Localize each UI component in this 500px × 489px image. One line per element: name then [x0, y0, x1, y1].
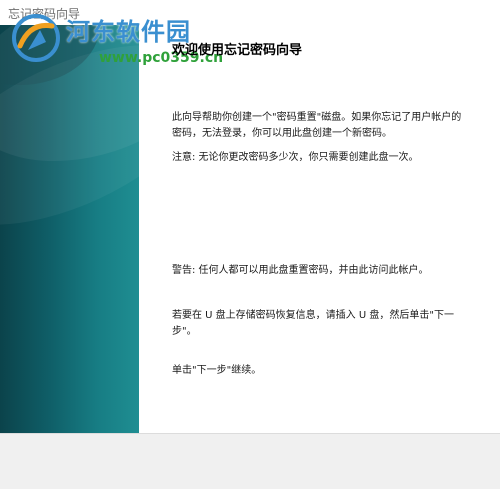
intro-text: 此向导帮助你创建一个"密码重置"磁盘。如果你忘记了用户帐户的密码，无法登录，你可…	[172, 112, 462, 139]
continue-instruction-text: 单击"下一步"继续。	[172, 365, 262, 376]
warning-text: 警告: 任何人都可以用此盘重置密码，并由此访问此帐户。	[172, 265, 429, 276]
insert-instruction-text: 若要在 U 盘上存储密码恢复信息，请插入 U 盘，然后单击"下一步"。	[172, 310, 454, 337]
site-logo-icon	[12, 14, 60, 62]
page-heading: 欢迎使用忘记密码向导	[172, 43, 303, 58]
note-text: 注意: 无论你更改密码多少次，你只需要创建此盘一次。	[172, 152, 419, 163]
button-bar	[0, 433, 500, 489]
wizard-sidebar-banner	[0, 25, 139, 433]
